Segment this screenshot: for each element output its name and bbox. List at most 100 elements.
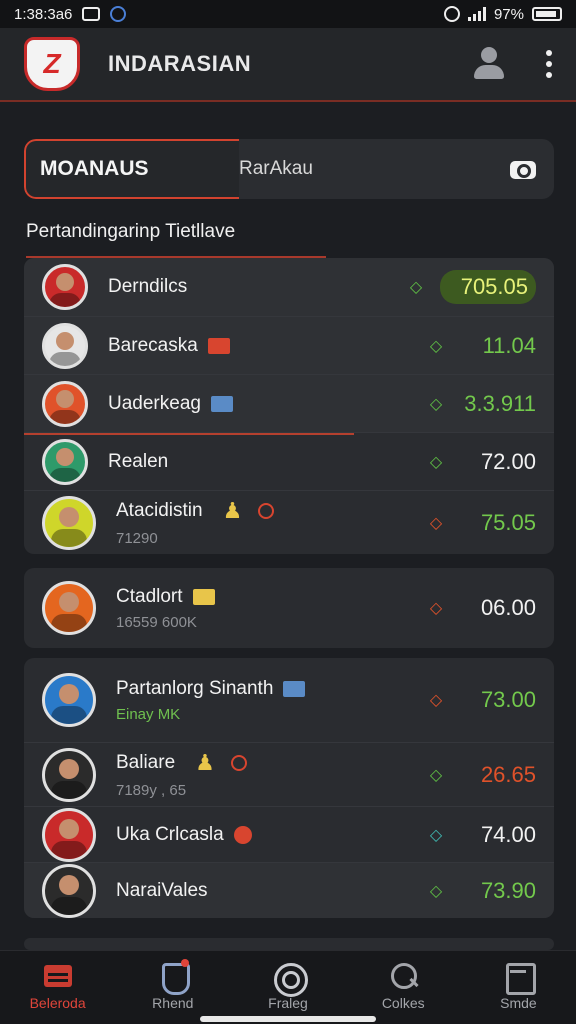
match-row[interactable]: Baliare ♟ 7189y , 65 ◇ 26.65	[24, 742, 554, 806]
team-info: Ctadlort 16559 600K	[116, 586, 215, 631]
app-logo[interactable]: Z	[24, 37, 80, 91]
player-figure-icon: ♟	[195, 750, 215, 775]
search-icon	[389, 963, 418, 989]
team-flag-icon	[233, 825, 252, 844]
nav-item-smde[interactable]: Smde	[461, 951, 576, 1024]
team-avatar	[42, 380, 88, 427]
camera-icon[interactable]	[508, 157, 538, 181]
team-subtitle: Einay MK	[116, 705, 181, 723]
match-card: Ctadlort 16559 600K ◇ 06.00	[24, 568, 554, 648]
team-name: Realen	[108, 450, 169, 472]
nav-item-fraleg[interactable]: Fraleg	[230, 951, 345, 1024]
trend-icon: ◇	[429, 766, 443, 784]
odds-value[interactable]: 72.00	[460, 449, 536, 475]
team-subtitle: 16559 600K	[116, 613, 197, 631]
team-flag-icon	[283, 680, 306, 697]
status-bar: 1:38:3a6 97%	[0, 0, 576, 28]
status-time: 1:38:3a6	[14, 5, 73, 23]
battery-icon	[532, 7, 562, 21]
odds-value[interactable]: 74.00	[460, 822, 536, 848]
trend-icon: ◇	[429, 826, 443, 844]
team-info: NaraiVales	[116, 880, 208, 902]
alarm-icon	[443, 6, 460, 22]
team-avatar	[42, 495, 96, 550]
team-flag-icon	[207, 337, 230, 354]
odds-value[interactable]: 06.00	[460, 595, 536, 621]
match-row[interactable]: Uaderkeag ◇ 3.3.911	[24, 374, 554, 432]
team-subtitle: 71290	[116, 530, 158, 547]
team-avatar	[42, 438, 88, 485]
signal-icon	[467, 7, 486, 21]
odds-value[interactable]: 73.90	[460, 878, 536, 904]
row-accent-divider	[24, 433, 354, 435]
team-flag-icon	[192, 588, 215, 605]
match-row[interactable]: Partanlorg Sinanth Einay MK ◇ 73.00	[24, 658, 554, 742]
match-row[interactable]: Derndilcs ◇ 705.05	[24, 258, 554, 316]
match-row[interactable]: Realen ◇ 72.00	[24, 432, 554, 490]
nav-label: Rhend	[152, 995, 194, 1011]
target-icon	[258, 503, 275, 519]
team-name: Barecaska	[108, 335, 230, 357]
trend-icon: ◇	[429, 882, 443, 900]
battery-percent: 97%	[493, 5, 524, 23]
team-info: Baliare ♟ 7189y , 65	[116, 750, 247, 799]
nav-item-beleroda[interactable]: Beleroda	[0, 951, 115, 1024]
team-name: NaraiVales	[116, 879, 208, 901]
match-card-partial	[24, 938, 554, 950]
home-indicator[interactable]	[200, 1016, 376, 1022]
team-avatar	[42, 673, 96, 727]
nav-item-rhend[interactable]: Rhend	[115, 951, 230, 1024]
team-avatar	[42, 581, 96, 635]
match-row[interactable]: Barecaska ◇ 11.04	[24, 316, 554, 374]
target-icon	[230, 755, 247, 771]
team-name: Ctadlort	[116, 586, 215, 608]
home-icon	[43, 963, 72, 989]
match-card: Partanlorg Sinanth Einay MK ◇ 73.00 Baliare ♟…	[24, 658, 554, 918]
team-info: Partanlorg Sinanth Einay MK	[116, 678, 306, 723]
odds-value[interactable]: 73.00	[460, 687, 536, 713]
team-name: Derndilcs	[108, 276, 188, 297]
search-input[interactable]	[239, 139, 508, 199]
odds-value[interactable]: 3.3.911	[460, 391, 536, 417]
app-notification-icon	[110, 6, 127, 22]
match-row[interactable]: Ctadlort 16559 600K ◇ 06.00	[24, 568, 554, 648]
trend-icon: ◇	[429, 600, 443, 617]
nav-label: Fraleg	[268, 995, 308, 1011]
match-row[interactable]: Uka Crlcasla ◇ 74.00	[24, 806, 554, 862]
odds-value[interactable]: 75.05	[460, 510, 536, 536]
section-title: Pertandingarinp Tietllave	[26, 221, 236, 242]
search-category-selector[interactable]: MOANAUS	[24, 139, 239, 199]
match-card: Derndilcs ◇ 705.05 Barecaska ◇ 11.04 Uaderkeag…	[24, 258, 554, 554]
team-info: Barecaska	[108, 335, 230, 357]
trend-icon: ◇	[429, 692, 443, 709]
nav-item-colkes[interactable]: Colkes	[346, 951, 461, 1024]
team-subtitle: 7189y , 65	[116, 782, 187, 799]
trend-icon: ◇	[429, 453, 443, 471]
shield-icon	[159, 959, 190, 995]
search-bar: MOANAUS	[24, 139, 554, 199]
team-name: Uka Crlcasla	[116, 824, 252, 846]
more-options-icon[interactable]	[546, 50, 552, 78]
team-info: Derndilcs	[108, 276, 187, 298]
team-info: Uka Crlcasla	[116, 824, 252, 846]
team-flag-icon	[210, 395, 233, 412]
trend-icon: ◇	[409, 279, 423, 296]
match-row[interactable]: NaraiVales ◇ 73.90	[24, 862, 554, 918]
odds-value[interactable]: 705.05	[440, 270, 536, 304]
team-info: Uaderkeag	[108, 393, 233, 415]
app-bar: Z INDARASIAN	[0, 28, 576, 102]
notification-icon	[82, 7, 101, 21]
trend-icon: ◇	[429, 337, 443, 355]
match-row[interactable]: Atacidistin ♟ 71290 ◇ 75.05	[24, 490, 554, 554]
nav-label: Colkes	[381, 995, 425, 1011]
nav-label: Beleroda	[29, 995, 86, 1011]
team-name: Atacidistin ♟	[116, 498, 275, 524]
player-figure-icon: ♟	[222, 498, 243, 523]
odds-value[interactable]: 11.04	[460, 333, 536, 359]
team-info: Atacidistin ♟ 71290	[116, 498, 275, 547]
trend-icon: ◇	[429, 395, 443, 413]
team-name: Baliare ♟	[116, 750, 247, 776]
odds-value[interactable]: 26.65	[460, 762, 536, 788]
profile-icon[interactable]	[472, 47, 506, 81]
trend-icon: ◇	[429, 514, 443, 532]
